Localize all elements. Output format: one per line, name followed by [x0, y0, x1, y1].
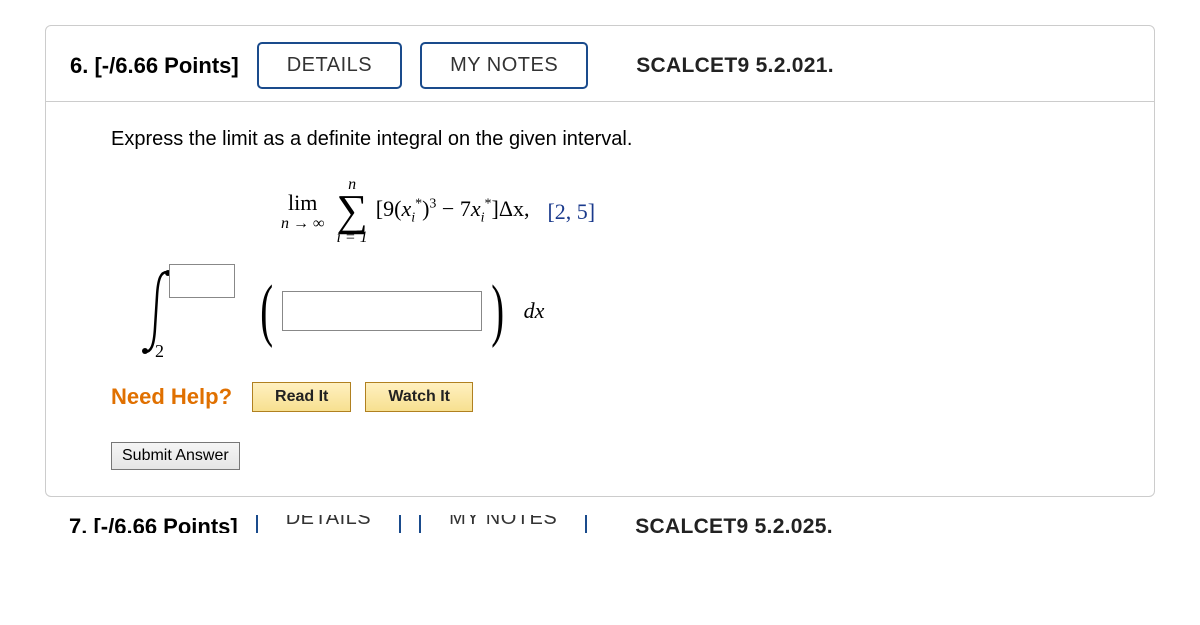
upper-limit-input[interactable] [169, 264, 235, 298]
my-notes-button[interactable]: MY NOTES [420, 42, 588, 89]
integral-symbol: 2 [141, 266, 181, 356]
right-paren-icon: ) [492, 283, 505, 339]
integrand-input[interactable] [282, 291, 482, 331]
details-button[interactable]: DETAILS [256, 515, 401, 533]
interval: [2, 5] [547, 199, 595, 225]
sigma-symbol: ∑ [336, 193, 367, 228]
help-row: Need Help? Read It Watch It [111, 382, 1089, 412]
sigma-block: n ∑ i = 1 [336, 177, 367, 246]
left-paren-icon: ( [260, 283, 273, 339]
question-header: 6. [-/6.66 Points] DETAILS MY NOTES SCAL… [46, 26, 1154, 102]
lim-under: n → ∞ [281, 216, 324, 232]
my-notes-button[interactable]: MY NOTES [419, 515, 587, 533]
limit-block: lim n → ∞ [281, 192, 324, 232]
submit-answer-button[interactable]: Submit Answer [111, 442, 240, 470]
lim-word: lim [288, 192, 317, 214]
need-help-label: Need Help? [111, 384, 232, 410]
summand: [9(xi*)3 − 7xi*]Δx, [376, 196, 530, 226]
dx-label: dx [524, 298, 545, 324]
lower-limit: 2 [155, 341, 164, 362]
question-number: 6. [-/6.66 Points] [70, 53, 239, 79]
question-container: 6. [-/6.66 Points] DETAILS MY NOTES SCAL… [45, 25, 1155, 497]
next-question-header: 7. [-/6.66 Points] DETAILS MY NOTES SCAL… [45, 515, 1155, 533]
read-it-button[interactable]: Read It [252, 382, 351, 412]
watch-it-button[interactable]: Watch It [365, 382, 473, 412]
details-button[interactable]: DETAILS [257, 42, 402, 89]
question-number: 7. [-/6.66 Points] [69, 515, 238, 533]
source-reference: SCALCET9 5.2.025. [635, 515, 833, 533]
question-body: Express the limit as a definite integral… [46, 102, 1154, 496]
integral-expression: 2 ( ) dx [141, 266, 1089, 356]
limit-expression: lim n → ∞ n ∑ i = 1 [9(xi*)3 − 7xi*]Δx, … [281, 177, 1089, 246]
source-reference: SCALCET9 5.2.021. [636, 54, 834, 78]
question-prompt: Express the limit as a definite integral… [111, 128, 1089, 151]
sigma-bottom: i = 1 [336, 230, 367, 246]
